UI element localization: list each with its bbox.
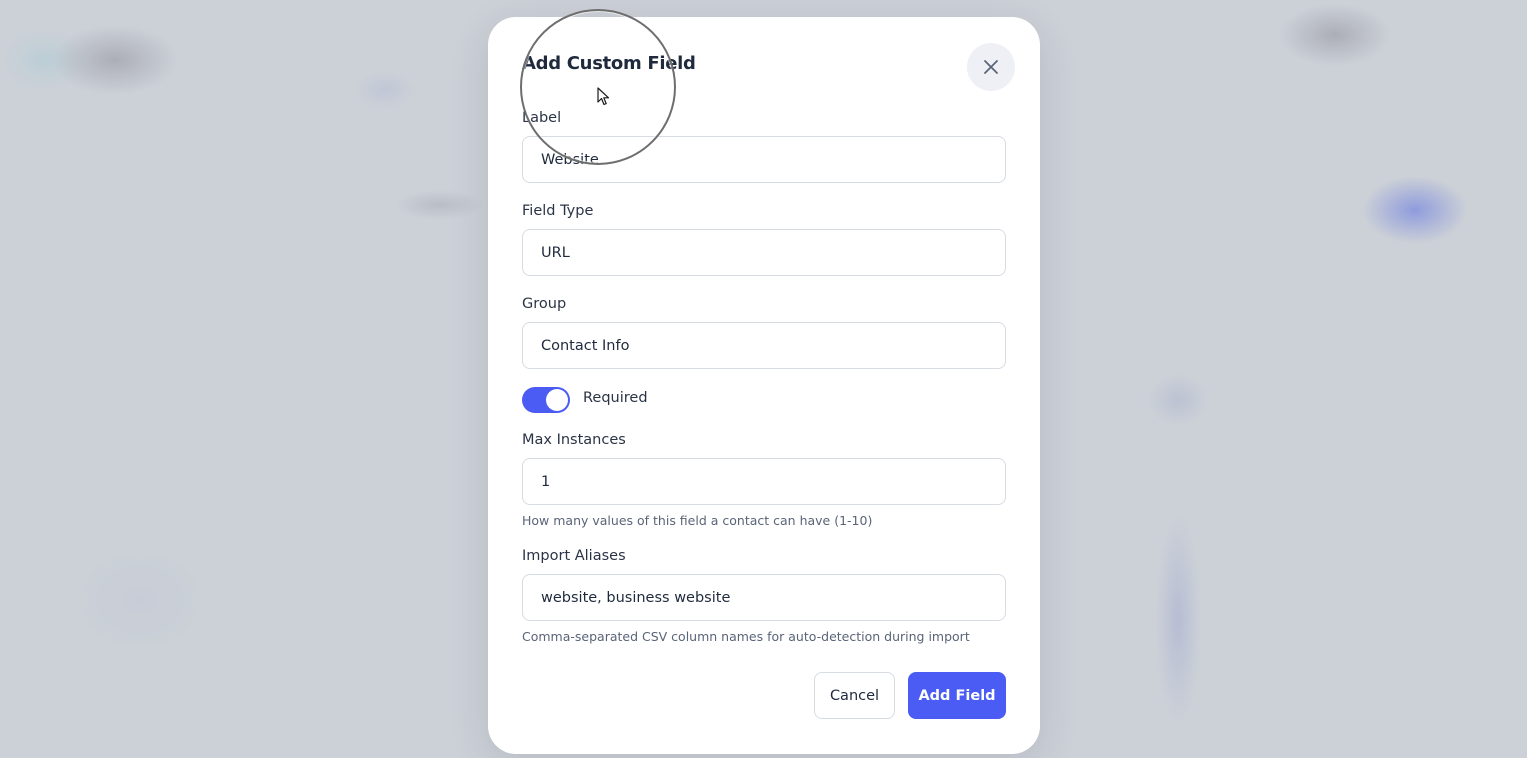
dialog-title: Add Custom Field [522,53,696,74]
max-instances-value: 1 [541,473,551,490]
max-instances-input[interactable]: 1 [522,458,1006,505]
group-label: Group [522,296,567,312]
cancel-button[interactable]: Cancel [814,672,895,719]
import-aliases-input[interactable]: website, business website [522,574,1006,621]
field-type-label: Field Type [522,203,594,219]
max-instances-label: Max Instances [522,432,626,448]
add-field-button[interactable]: Add Field [908,672,1006,719]
field-type-select[interactable]: URL [522,229,1006,276]
import-aliases-value: website, business website [541,589,731,606]
close-button[interactable] [967,43,1015,91]
max-instances-hint: How many values of this field a contact … [522,513,873,528]
label-input[interactable]: Website [522,136,1006,183]
add-custom-field-dialog: Add Custom Field Label Website Field Typ… [488,17,1040,754]
group-value: Contact Info [541,337,630,354]
label-field-label: Label [522,110,562,126]
field-type-value: URL [541,244,570,261]
import-aliases-hint: Comma-separated CSV column names for aut… [522,629,970,644]
close-icon [984,60,998,74]
toggle-knob [546,389,568,411]
label-input-value: Website [541,151,599,168]
required-toggle[interactable] [522,387,570,413]
group-select[interactable]: Contact Info [522,322,1006,369]
required-label: Required [583,390,648,406]
import-aliases-label: Import Aliases [522,548,626,564]
